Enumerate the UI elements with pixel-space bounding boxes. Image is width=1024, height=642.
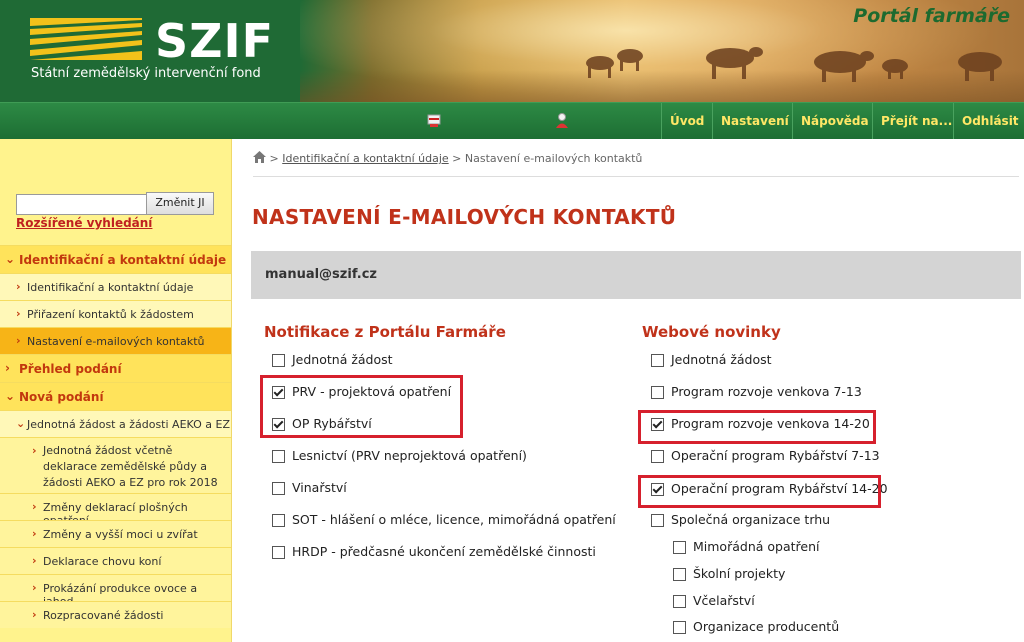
change-entity-button[interactable]: Změnit JI <box>146 192 214 215</box>
user-icon[interactable] <box>425 112 443 130</box>
breadcrumb-separator: > <box>269 152 279 165</box>
sidebar-item-animal-changes[interactable]: › Změny a vyšší moci u zvířat <box>0 520 231 547</box>
chevron-down-icon: ⌄ <box>5 252 16 266</box>
sidebar-item-fruit-production[interactable]: › Prokázání produkce ovoce a jahod <box>0 574 231 608</box>
nav-settings[interactable]: Nastavení <box>712 103 797 139</box>
page-title: NASTAVENÍ E-MAILOVÝCH KONTAKTŮ <box>252 205 677 229</box>
sidebar-item-area-declaration-changes[interactable]: › Změny deklarací plošných opatření <box>0 493 231 527</box>
highlight-box <box>638 410 876 444</box>
sidebar-section-identification[interactable]: ⌄ Identifikační a kontaktní údaje <box>0 245 231 273</box>
highlight-box <box>638 475 881 508</box>
chevron-right-icon: › <box>16 334 21 347</box>
chevron-down-icon: ⌄ <box>16 417 26 430</box>
chevron-right-icon: › <box>16 280 21 293</box>
nav-home[interactable]: Úvod <box>661 103 712 139</box>
chevron-right-icon: › <box>32 608 37 621</box>
advanced-search-link[interactable]: Rozšířené vyhledání <box>16 216 152 230</box>
entity-search-input[interactable] <box>16 194 150 215</box>
checkbox[interactable] <box>673 541 686 554</box>
checkbox[interactable] <box>651 386 664 399</box>
checkbox[interactable] <box>651 514 664 527</box>
checkbox[interactable] <box>272 482 285 495</box>
web-news-title: Webové novinky <box>642 323 781 341</box>
checkbox[interactable] <box>673 595 686 608</box>
header: SZIF Státní zemědělský intervenční fond … <box>0 0 1024 102</box>
nav-help[interactable]: Nápověda <box>792 103 877 139</box>
sidebar-item-horse-declaration[interactable]: › Deklarace chovu koní <box>0 547 231 574</box>
breadcrumb: > Identifikační a kontaktní údaje > Nast… <box>253 151 642 165</box>
chevron-right-icon: › <box>32 554 37 567</box>
sidebar-item-single-application-2018[interactable]: › Jednotná žádost včetně deklarace zeměd… <box>0 437 231 493</box>
sidebar-item-identification-data[interactable]: › Identifikační a kontaktní údaje <box>0 273 231 300</box>
sidebar-item-single-application[interactable]: ⌄ Jednotná žádost a žádosti AEKO a EZ <box>0 410 231 437</box>
checkbox[interactable] <box>651 354 664 367</box>
portal-title: Portál farmáře <box>853 5 1010 27</box>
checkbox[interactable] <box>651 450 664 463</box>
notifications-title: Notifikace z Portálu Farmáře <box>264 323 506 341</box>
logo-subtitle: Státní zemědělský intervenční fond <box>31 66 261 81</box>
breadcrumb-separator: > <box>452 152 462 165</box>
chevron-right-icon: › <box>16 307 21 320</box>
email-header-bar: manual@szif.cz <box>251 251 1021 299</box>
szif-logo-icon <box>30 18 142 60</box>
checkbox[interactable] <box>272 514 285 527</box>
chevron-right-icon: › <box>32 581 37 594</box>
checkbox[interactable] <box>272 546 285 559</box>
nav-go-to[interactable]: Přejít na... <box>872 103 960 139</box>
checkbox[interactable] <box>673 621 686 634</box>
logo-text: SZIF <box>155 14 275 68</box>
checkbox[interactable] <box>272 450 285 463</box>
sidebar-item-contact-assignment[interactable]: › Přiřazení kontaktů k žádostem <box>0 300 231 327</box>
top-navigation: Úvod Nastavení Nápověda Přejít na... Odh… <box>0 102 1024 139</box>
checkbox[interactable] <box>272 354 285 367</box>
sidebar-section-new-submissions[interactable]: ⌄ Nová podání <box>0 382 231 410</box>
chevron-right-icon: › <box>5 361 10 375</box>
person-icon[interactable] <box>553 112 571 130</box>
sidebar-menu: ⌄ Identifikační a kontaktní údaje › Iden… <box>0 245 231 628</box>
highlight-box <box>260 375 463 438</box>
divider <box>253 176 1019 177</box>
sidebar-section-submissions-overview[interactable]: › Přehled podání <box>0 354 231 382</box>
checkbox[interactable] <box>673 568 686 581</box>
chevron-right-icon: › <box>32 444 37 457</box>
sidebar: Změnit JI Rozšířené vyhledání ⌄ Identifi… <box>0 139 232 642</box>
breadcrumb-link-identification[interactable]: Identifikační a kontaktní údaje <box>282 152 448 165</box>
chevron-right-icon: › <box>32 500 37 513</box>
breadcrumb-current: Nastavení e-mailových kontaktů <box>464 152 643 165</box>
email-address: manual@szif.cz <box>265 267 377 282</box>
nav-logout[interactable]: Odhlásit <box>953 103 1024 139</box>
chevron-right-icon: › <box>32 527 37 540</box>
sidebar-item-email-settings[interactable]: › Nastavení e-mailových kontaktů <box>0 327 231 354</box>
chevron-down-icon: ⌄ <box>5 389 16 403</box>
home-icon[interactable] <box>253 151 266 163</box>
sidebar-item-drafts[interactable]: › Rozpracované žádosti <box>0 601 231 628</box>
